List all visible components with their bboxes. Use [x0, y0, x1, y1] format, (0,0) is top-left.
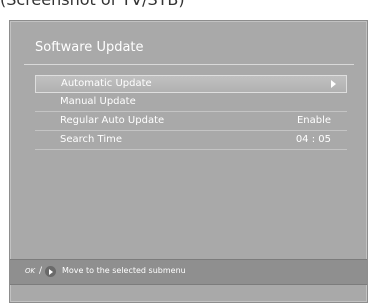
menu-item-automatic-update[interactable]: Automatic Update [35, 75, 347, 93]
menu-item-value: 04 : 05 [295, 134, 331, 145]
settings-menu: Automatic Update Manual Update Regular A… [35, 75, 347, 150]
tv-screen: Software Update Automatic Update Manual … [9, 20, 368, 303]
menu-item-search-time[interactable]: Search Time 04 : 05 [35, 131, 347, 150]
key-separator: / [39, 266, 43, 276]
menu-item-label: Manual Update [60, 96, 136, 107]
title-divider [24, 64, 354, 65]
menu-item-label: Regular Auto Update [60, 115, 165, 126]
menu-item-manual-update[interactable]: Manual Update [35, 93, 347, 112]
menu-item-label: Search Time [60, 134, 123, 145]
screenshot-caption: (Screenshot of TV/STB) [0, 0, 185, 9]
help-bar: OK / Move to the selected submenu [10, 259, 367, 285]
menu-item-regular-auto-update[interactable]: Regular Auto Update Enable [35, 112, 347, 131]
menu-item-value: Enable [296, 115, 331, 126]
page-title: Software Update [35, 40, 144, 55]
right-arrow-key-icon [45, 266, 56, 277]
help-hint-text: Move to the selected submenu [62, 266, 186, 275]
menu-item-label: Automatic Update [61, 78, 152, 89]
ok-key-icon: OK [25, 267, 36, 275]
chevron-right-icon [331, 80, 336, 88]
